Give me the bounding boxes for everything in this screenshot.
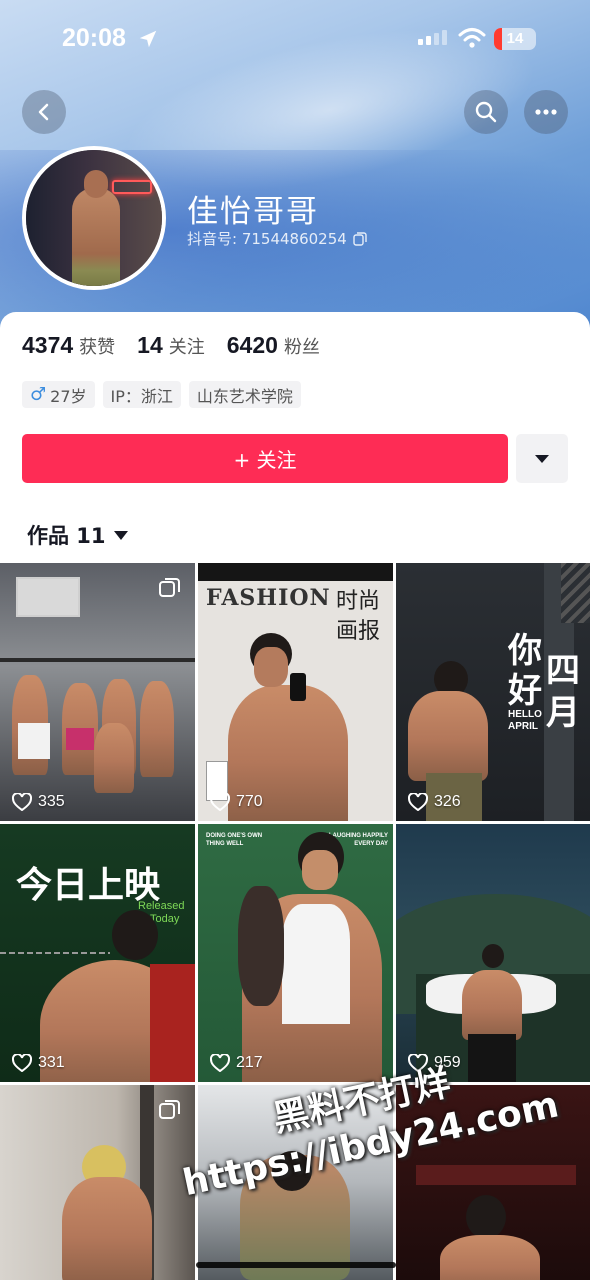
heart-icon (210, 793, 230, 811)
like-count: 770 (210, 793, 263, 811)
wifi-icon (458, 28, 486, 48)
copy-icon[interactable] (353, 231, 367, 246)
stat-followers[interactable]: 6420 粉丝 (227, 332, 320, 359)
profile-stats: 4374 获赞 14 关注 6420 粉丝 (22, 332, 320, 359)
chevron-left-icon (38, 103, 49, 121)
location-arrow-icon (139, 30, 157, 48)
follow-button[interactable]: + 关注 (22, 434, 508, 483)
tab-works[interactable]: 作品 11 (27, 520, 128, 550)
stat-label: 粉丝 (283, 337, 320, 358)
like-count-text: 331 (38, 1054, 65, 1071)
tag-ip: IP：浙江 (102, 381, 181, 408)
heart-icon (408, 793, 428, 811)
battery-level: 14 (506, 30, 524, 47)
tag-school[interactable]: 山东艺术学院 (188, 381, 301, 408)
stat-number: 14 (137, 332, 163, 358)
cover-text-en-2: APRIL (508, 721, 538, 732)
male-icon: ♂ (30, 384, 47, 405)
stat-following[interactable]: 14 关注 (137, 332, 205, 359)
avatar[interactable] (22, 146, 166, 290)
home-indicator[interactable] (196, 1262, 396, 1268)
search-button[interactable] (464, 90, 508, 134)
profile-name: 佳怡哥哥 (187, 194, 319, 230)
cover-title-cn-1: 时尚 (336, 589, 381, 614)
caret-down-icon (113, 530, 128, 540)
cover-text-en-1: Released (138, 900, 185, 912)
back-button[interactable] (22, 90, 66, 134)
battery-icon: 14 (494, 28, 536, 50)
follow-dropdown-button[interactable] (516, 434, 568, 483)
video-thumbnail[interactable]: DOING ONE'S OWN THING WELL LAUGHING HAPP… (198, 824, 393, 1082)
like-count-text: 217 (236, 1054, 263, 1071)
like-count: 335 (12, 793, 65, 811)
stat-number: 4374 (22, 332, 74, 358)
video-thumbnail[interactable]: 今日上映 Released Today 331 (0, 824, 195, 1082)
status-bar: 20:08 14 (0, 0, 590, 80)
stat-number: 6420 (226, 332, 278, 358)
heart-icon (210, 1054, 230, 1072)
caret-down-icon (535, 454, 549, 463)
like-count: 326 (408, 793, 461, 811)
heart-icon (12, 793, 32, 811)
tag-gender-age: ♂ 27岁 (22, 381, 95, 408)
video-thumbnail[interactable] (0, 1085, 195, 1280)
profile-tags: ♂ 27岁 IP：浙江 山东艺术学院 (22, 381, 301, 408)
multi-image-icon (159, 578, 180, 597)
like-count-text: 335 (38, 793, 65, 810)
cover-text-4: 月 (546, 693, 580, 733)
heart-icon (12, 1054, 32, 1072)
video-thumbnail[interactable]: FASHION 时尚 画报 770 (198, 563, 393, 821)
video-thumbnail[interactable]: 你 好 四 月 HELLO APRIL 326 (396, 563, 590, 821)
search-icon (475, 101, 497, 123)
douyin-id[interactable]: 抖音号: 71544860254 (187, 228, 367, 249)
video-thumbnail[interactable]: 959 (396, 824, 590, 1082)
video-thumbnail[interactable]: 335 (0, 563, 195, 821)
stat-label: 获赞 (79, 337, 116, 358)
like-count-text: 770 (236, 793, 263, 810)
stat-likes[interactable]: 4374 获赞 (22, 332, 115, 359)
like-count: 331 (12, 1054, 65, 1072)
cover-caption-left: DOING ONE'S OWN THING WELL (206, 833, 263, 847)
cover-title-en: FASHION (206, 585, 331, 611)
cover-text-2: 好 (508, 671, 542, 711)
like-count-text: 326 (434, 793, 461, 810)
cellular-signal-icon (418, 30, 447, 45)
cover-title-cn-2: 画报 (336, 619, 381, 644)
tag-age: 27岁 (50, 386, 87, 406)
status-time: 20:08 (62, 24, 126, 52)
more-button[interactable] (524, 90, 568, 134)
tab-works-label: 作品 11 (27, 524, 106, 548)
like-count: 217 (210, 1054, 263, 1072)
cover-text-en-1: HELLO (508, 709, 542, 720)
stat-label: 关注 (168, 337, 205, 358)
more-dots-icon (535, 109, 557, 115)
douyin-id-text: 抖音号: 71544860254 (187, 230, 347, 248)
